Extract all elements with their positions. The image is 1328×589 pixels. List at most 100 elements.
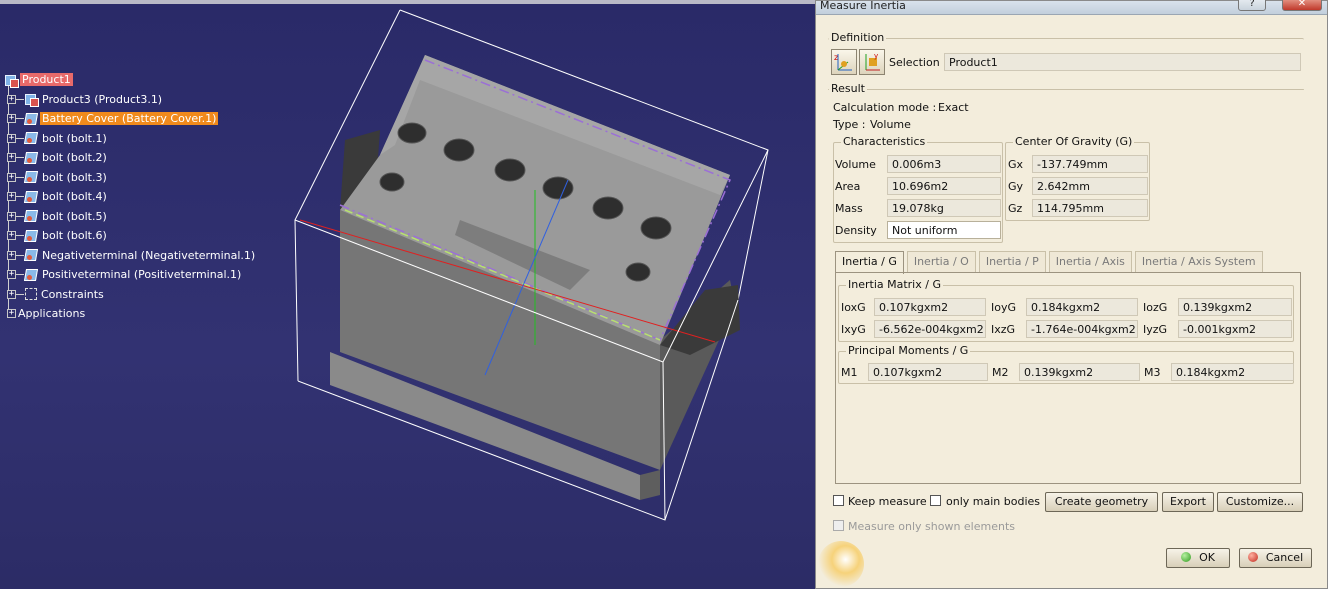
tree-node-bolt6[interactable]: + bolt (bolt.6) bbox=[4, 226, 257, 246]
tree-label[interactable]: Battery Cover (Battery Cover.1) bbox=[40, 112, 219, 126]
density-field[interactable]: Not uniform bbox=[887, 221, 1001, 239]
tab-inertia-axis[interactable]: Inertia / Axis bbox=[1048, 251, 1132, 273]
inertia-2d-icon-button[interactable]: y bbox=[859, 49, 885, 75]
area-label: Area bbox=[835, 180, 861, 193]
ixzg-label: IxzG bbox=[991, 323, 1016, 336]
tab-inertia-g[interactable]: Inertia / G bbox=[835, 251, 904, 274]
calc-mode-label: Calculation mode : bbox=[833, 101, 937, 114]
tree-node-bolt5[interactable]: + bolt (bolt.5) bbox=[4, 207, 257, 227]
iyzg-label: IyzG bbox=[1143, 323, 1168, 336]
dialog-title: Measure Inertia bbox=[820, 0, 906, 12]
tree-node-product3[interactable]: + Product3 (Product3.1) bbox=[4, 90, 257, 110]
constraints-icon bbox=[25, 288, 37, 301]
expand-icon[interactable]: + bbox=[7, 270, 16, 280]
tab-inertia-o[interactable]: Inertia / O bbox=[906, 251, 976, 273]
expand-icon[interactable]: + bbox=[7, 94, 16, 104]
tree-label[interactable]: bolt (bolt.4) bbox=[40, 190, 109, 203]
svg-text:y: y bbox=[874, 52, 878, 60]
tree-label[interactable]: Product1 bbox=[20, 73, 73, 87]
inertia-matrix-label: Inertia Matrix / G bbox=[846, 278, 943, 291]
tree-label[interactable]: Positiveterminal (Positiveterminal.1) bbox=[40, 268, 243, 281]
mass-field: 19.078kg bbox=[887, 199, 1001, 217]
tree-node-bolt4[interactable]: + bolt (bolt.4) bbox=[4, 187, 257, 207]
m3-field: 0.184kgxm2 bbox=[1171, 363, 1294, 381]
tree-node-battery-cover[interactable]: + Battery Cover (Battery Cover.1) bbox=[4, 109, 257, 129]
expand-icon[interactable]: + bbox=[7, 231, 16, 241]
inertia-3d-icon: z bbox=[834, 53, 852, 71]
ixzg-field: -1.764e-004kgxm2 bbox=[1026, 320, 1138, 338]
m3-label: M3 bbox=[1144, 366, 1161, 379]
tree-node-positiveterminal[interactable]: + Positiveterminal (Positiveterminal.1) bbox=[4, 265, 257, 285]
density-label: Density bbox=[835, 224, 877, 237]
measure-only-shown-checkbox[interactable] bbox=[833, 520, 844, 531]
tree-label[interactable]: bolt (bolt.3) bbox=[40, 171, 109, 184]
3d-viewport[interactable]: Product1 + Product3 (Product3.1) + Batte… bbox=[0, 0, 815, 589]
expand-icon[interactable]: + bbox=[7, 153, 16, 163]
m2-field: 0.139kgxm2 bbox=[1019, 363, 1140, 381]
cancel-icon bbox=[1247, 552, 1258, 562]
mass-label: Mass bbox=[835, 202, 863, 215]
tree-label[interactable]: bolt (bolt.2) bbox=[40, 151, 109, 164]
part-icon bbox=[24, 151, 38, 165]
create-geometry-button[interactable]: Create geometry bbox=[1045, 492, 1158, 512]
selection-field[interactable]: Product1 bbox=[944, 53, 1301, 71]
measure-inertia-dialog: Measure Inertia ? ✕ Definition z y Selec… bbox=[815, 0, 1328, 589]
tree-node-applications[interactable]: + Applications bbox=[4, 304, 257, 324]
expand-icon[interactable]: + bbox=[7, 250, 16, 260]
expand-icon[interactable]: + bbox=[7, 309, 16, 319]
expand-icon[interactable]: + bbox=[7, 289, 16, 299]
tree-label[interactable]: Applications bbox=[16, 307, 87, 320]
ixyg-label: IxyG bbox=[841, 323, 866, 336]
inertia-3d-icon-button[interactable]: z bbox=[831, 49, 857, 75]
tree-label[interactable]: bolt (bolt.5) bbox=[40, 210, 109, 223]
result-group bbox=[828, 89, 1304, 90]
ok-label: OK bbox=[1199, 551, 1215, 564]
tab-inertia-p[interactable]: Inertia / P bbox=[978, 251, 1046, 273]
calc-mode-value: Exact bbox=[938, 101, 969, 114]
cancel-button[interactable]: Cancel bbox=[1239, 548, 1312, 568]
only-main-bodies-label: only main bodies bbox=[946, 495, 1040, 508]
inertia-2d-icon: y bbox=[865, 52, 880, 71]
expand-icon[interactable]: + bbox=[7, 133, 16, 143]
cog-label: Center Of Gravity (G) bbox=[1013, 135, 1135, 148]
product-icon bbox=[4, 73, 19, 88]
iozg-field: 0.139kgxm2 bbox=[1178, 298, 1292, 316]
tree-label[interactable]: bolt (bolt.6) bbox=[40, 229, 109, 242]
ixyg-field: -6.562e-004kgxm2 bbox=[874, 320, 986, 338]
ioyg-field: 0.184kgxm2 bbox=[1026, 298, 1138, 316]
tree-node-bolt1[interactable]: + bolt (bolt.1) bbox=[4, 129, 257, 149]
tree-node-constraints[interactable]: + Constraints bbox=[4, 285, 257, 305]
expand-icon[interactable]: + bbox=[7, 211, 16, 221]
ok-button[interactable]: OK bbox=[1166, 548, 1230, 568]
tree-label[interactable]: Constraints bbox=[39, 288, 106, 301]
type-value: Volume bbox=[870, 118, 911, 131]
expand-icon[interactable]: + bbox=[7, 114, 16, 124]
dialog-titlebar[interactable]: Measure Inertia ? ✕ bbox=[816, 0, 1327, 15]
tree-node-product1[interactable]: Product1 bbox=[4, 70, 257, 90]
keep-measure-checkbox[interactable] bbox=[833, 495, 844, 506]
m2-label: M2 bbox=[992, 366, 1009, 379]
export-button[interactable]: Export bbox=[1162, 492, 1214, 512]
help-button[interactable]: ? bbox=[1238, 0, 1266, 11]
tree-node-bolt3[interactable]: + bolt (bolt.3) bbox=[4, 168, 257, 188]
tree-label[interactable]: bolt (bolt.1) bbox=[40, 132, 109, 145]
expand-icon[interactable]: + bbox=[7, 172, 16, 182]
tab-inertia-axis-system[interactable]: Inertia / Axis System bbox=[1134, 251, 1263, 273]
part-icon bbox=[24, 229, 38, 243]
selection-label: Selection : bbox=[889, 56, 947, 69]
expand-icon[interactable]: + bbox=[7, 192, 16, 202]
keep-measure-label: Keep measure bbox=[848, 495, 927, 508]
only-main-bodies-checkbox[interactable] bbox=[930, 495, 941, 506]
close-button[interactable]: ✕ bbox=[1282, 0, 1322, 11]
definition-label: Definition bbox=[829, 31, 887, 44]
tree-label[interactable]: Product3 (Product3.1) bbox=[40, 93, 164, 106]
principal-moments-label: Principal Moments / G bbox=[846, 344, 971, 357]
m1-label: M1 bbox=[841, 366, 858, 379]
tree-node-negativeterminal[interactable]: + Negativeterminal (Negativeterminal.1) bbox=[4, 246, 257, 266]
customize-button[interactable]: Customize... bbox=[1217, 492, 1303, 512]
inertia-tabs: Inertia / G Inertia / O Inertia / P Iner… bbox=[835, 251, 1266, 274]
characteristics-label: Characteristics bbox=[841, 135, 928, 148]
tree-label[interactable]: Negativeterminal (Negativeterminal.1) bbox=[40, 249, 257, 262]
area-field: 10.696m2 bbox=[887, 177, 1001, 195]
tree-node-bolt2[interactable]: + bolt (bolt.2) bbox=[4, 148, 257, 168]
